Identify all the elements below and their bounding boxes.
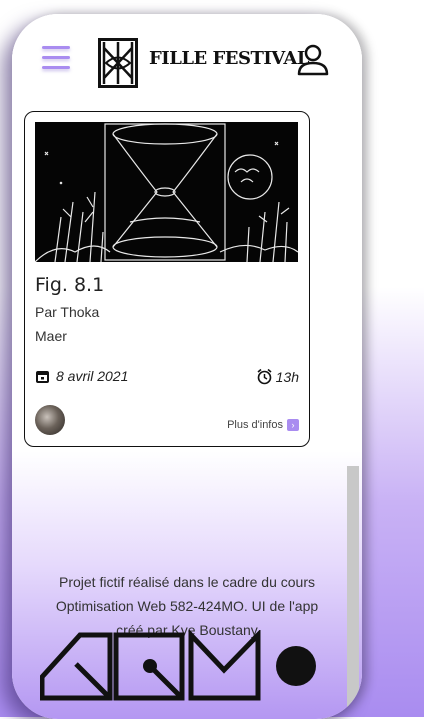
footer-logo-icon — [40, 630, 316, 701]
date-row: 8 avril 2021 — [35, 368, 128, 384]
header: FILLE FESTIVAL — [12, 14, 362, 104]
avatar[interactable] — [35, 405, 65, 435]
arrow-right-icon[interactable]: › — [287, 419, 299, 431]
card-author-name: Maer — [35, 328, 67, 344]
alarm-clock-icon — [257, 368, 272, 385]
calendar-icon — [36, 370, 49, 383]
artwork-image — [35, 122, 298, 262]
event-date: 8 avril 2021 — [56, 368, 129, 384]
phone-frame: FILLE FESTIVAL Fig. 8.1 Par Thoka Maer 8… — [12, 14, 362, 719]
footer-line-2: Optimisation Web 582-424MO. UI de l'app — [55, 598, 319, 614]
menu-icon[interactable] — [42, 46, 70, 72]
time-row: 13h — [256, 368, 299, 385]
logo-icon[interactable] — [98, 38, 138, 88]
card-title: Fig. 8.1 — [35, 274, 105, 296]
more-info-link[interactable]: Plus d'infos › — [227, 419, 299, 431]
card-author: Par Thoka — [35, 304, 100, 320]
more-info-label: Plus d'infos — [227, 419, 283, 431]
user-icon[interactable] — [296, 42, 330, 76]
footer-line-1: Projet fictif réalisé dans le cadre du c… — [58, 574, 315, 590]
event-card[interactable]: Fig. 8.1 Par Thoka Maer 8 avril 2021 13h… — [24, 111, 310, 447]
brand-name: FILLE FESTIVAL — [149, 48, 310, 69]
event-time: 13h — [275, 368, 299, 385]
